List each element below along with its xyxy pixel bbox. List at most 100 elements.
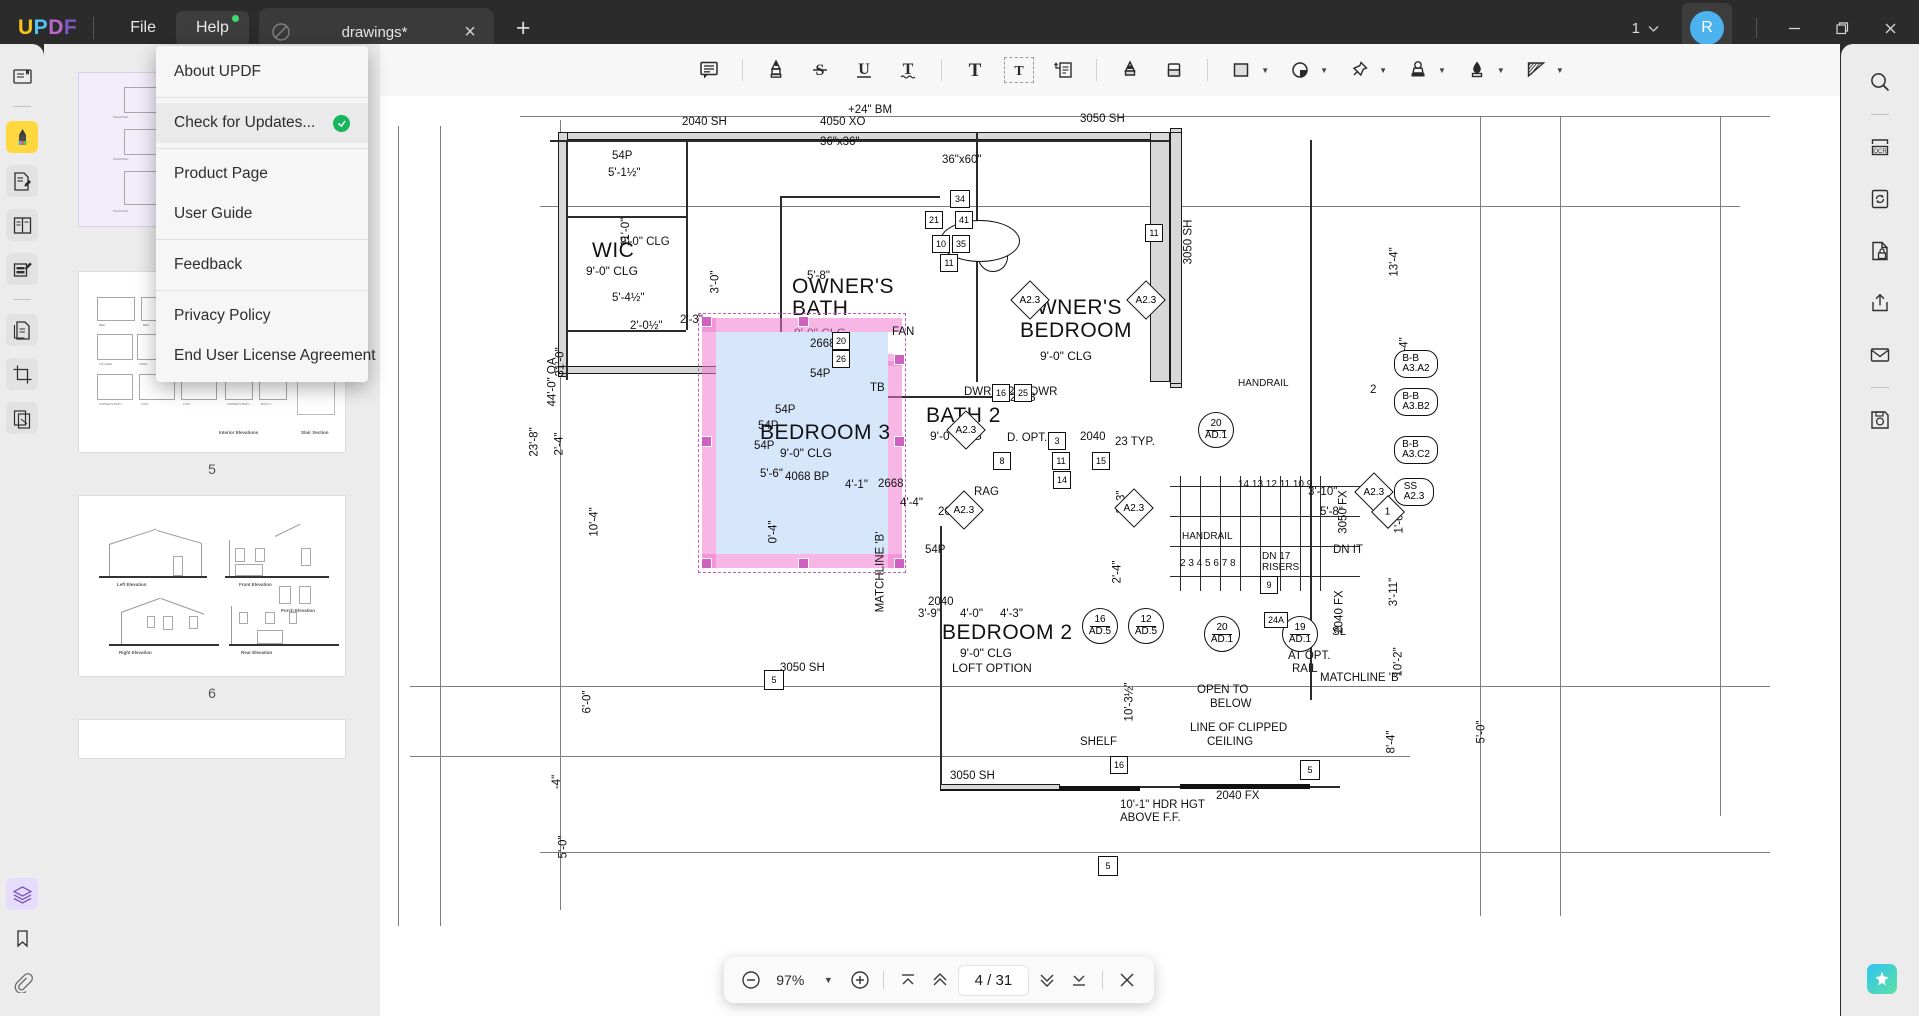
circle-half-icon[interactable]: [1280, 52, 1320, 88]
zoom-out-button[interactable]: [736, 963, 767, 997]
menu-item-privacy-policy[interactable]: Privacy Policy: [156, 296, 368, 336]
note-tag: 26: [832, 350, 850, 368]
callout-tag: 20 AD.1: [1204, 616, 1240, 652]
convert-icon[interactable]: [1863, 182, 1897, 216]
ai-assistant-button[interactable]: [1867, 964, 1897, 994]
menu-item-eula[interactable]: End User License Agreement: [156, 336, 376, 376]
help-dropdown-menu[interactable]: About UPDF Check for Updates... Product …: [156, 46, 376, 382]
callout-tag: 12 AD.5: [1128, 608, 1164, 644]
selection-handle[interactable]: [894, 354, 905, 365]
squiggly-underline-icon[interactable]: T: [888, 52, 928, 88]
pen-icon[interactable]: [1457, 52, 1497, 88]
new-tab-button[interactable]: +: [516, 15, 531, 41]
thumbnail-page-6[interactable]: Left Elevation Front Elevation Porch Ele…: [78, 495, 346, 677]
bedroom3-label: BEDROOM 3: [760, 421, 891, 444]
first-page-button[interactable]: [892, 963, 923, 997]
document-slash-icon: [271, 22, 291, 42]
menu-item-label: Feedback: [174, 256, 243, 273]
form-fill-icon[interactable]: [6, 253, 38, 285]
page-organize-icon[interactable]: [6, 209, 38, 241]
selection-handle[interactable]: [701, 558, 712, 569]
chevron-down-icon[interactable]: ▼: [1320, 66, 1335, 75]
convert-pdf-icon[interactable]: [6, 314, 38, 346]
save-as-icon[interactable]: [1863, 403, 1897, 437]
reader-mode-icon[interactable]: [6, 60, 38, 92]
note-tag: 14: [1053, 471, 1071, 489]
note-tag: 11: [1052, 452, 1070, 470]
sticky-note-icon[interactable]: [689, 52, 729, 88]
selection-handle[interactable]: [798, 316, 809, 327]
document-viewport[interactable]: WIC 9'-0" CLG OWNER'SBATH 9'-0" CLG OWNE…: [380, 96, 1840, 1016]
chevron-down-icon[interactable]: ▼: [1438, 66, 1453, 75]
selection-handle[interactable]: [894, 558, 905, 569]
menu-item-about[interactable]: About UPDF: [156, 52, 368, 92]
measure-tool[interactable]: ▼: [1516, 52, 1571, 88]
bedroom3-ceiling: 9'-0" CLG: [780, 446, 832, 460]
chevron-down-icon[interactable]: ▼: [1379, 66, 1394, 75]
menu-item-check-updates[interactable]: Check for Updates...: [156, 103, 368, 143]
signature-tool[interactable]: ▼: [1457, 52, 1512, 88]
menu-item-feedback[interactable]: Feedback: [156, 245, 368, 285]
strikethrough-icon[interactable]: S: [800, 52, 840, 88]
measure-icon[interactable]: [1516, 52, 1556, 88]
pin-stamp-tool[interactable]: ▼: [1339, 52, 1394, 88]
menu-item-product-page[interactable]: Product Page: [156, 154, 368, 194]
chevron-down-icon[interactable]: ▼: [1556, 66, 1571, 75]
shapes-tool[interactable]: ▼: [1221, 52, 1276, 88]
close-tab-icon[interactable]: ×: [458, 22, 482, 42]
thumbnail-page-7[interactable]: [78, 719, 346, 759]
note-tag: 3: [1048, 432, 1066, 450]
zoom-in-button[interactable]: [845, 963, 876, 997]
attachment-icon[interactable]: [6, 966, 38, 998]
annotate-icon[interactable]: [6, 121, 38, 153]
note-tag: 16: [1110, 756, 1128, 774]
edit-pdf-icon[interactable]: [6, 165, 38, 197]
search-icon[interactable]: [1863, 65, 1897, 99]
chevron-down-icon: [1647, 22, 1660, 35]
square-icon[interactable]: [1221, 52, 1261, 88]
protect-icon[interactable]: [1863, 234, 1897, 268]
stamp-icon[interactable]: [1398, 52, 1438, 88]
pencil-icon[interactable]: [1110, 52, 1150, 88]
compare-icon[interactable]: [6, 402, 38, 434]
selection-handle[interactable]: [894, 436, 905, 447]
zoom-level[interactable]: 97%: [769, 972, 812, 988]
menu-help[interactable]: Help: [175, 11, 249, 45]
pin-icon[interactable]: [1339, 52, 1379, 88]
selection-handle[interactable]: [701, 436, 712, 447]
app-window: UPDF File Help drawings* × + 1 R Partial…: [0, 0, 1919, 1016]
chevron-down-icon[interactable]: ▼: [1261, 66, 1276, 75]
chevron-down-icon[interactable]: ▼: [1497, 66, 1512, 75]
last-page-button[interactable]: [1064, 963, 1095, 997]
bookmark-icon[interactable]: [6, 922, 38, 954]
eraser-icon[interactable]: [1154, 52, 1194, 88]
text-box-icon[interactable]: T: [955, 52, 995, 88]
next-page-button[interactable]: [1031, 963, 1062, 997]
highlight-icon[interactable]: [756, 52, 796, 88]
prev-page-button[interactable]: [925, 963, 956, 997]
stamp-tool[interactable]: ▼: [1398, 52, 1453, 88]
rail-divider: [1871, 387, 1889, 388]
maximize-button[interactable]: [1819, 8, 1865, 48]
selection-handle[interactable]: [798, 558, 809, 569]
elevation-tag: B-B A3.A2: [1394, 350, 1438, 378]
text-callout-icon[interactable]: T: [999, 52, 1039, 88]
crop-page-icon[interactable]: [6, 358, 38, 390]
underline-icon[interactable]: U: [844, 52, 884, 88]
share-icon[interactable]: [1863, 286, 1897, 320]
close-button[interactable]: [1867, 8, 1913, 48]
page-indicator[interactable]: 4 / 31: [957, 964, 1030, 996]
ocr-icon[interactable]: OCR: [1863, 130, 1897, 164]
menu-item-user-guide[interactable]: User Guide: [156, 194, 368, 234]
minimize-button[interactable]: [1771, 8, 1817, 48]
email-icon[interactable]: [1863, 338, 1897, 372]
chevron-down-icon[interactable]: ▼: [814, 975, 843, 985]
menu-item-label: End User License Agreement: [174, 347, 376, 364]
text-note-icon[interactable]: [1043, 52, 1083, 88]
shape-fill-tool[interactable]: ▼: [1280, 52, 1335, 88]
window-page-selector[interactable]: 1: [1622, 12, 1670, 45]
menu-file[interactable]: File: [110, 11, 176, 45]
close-navbar-button[interactable]: [1111, 963, 1142, 997]
layers-icon[interactable]: [6, 878, 38, 910]
rail-divider: [13, 299, 31, 300]
